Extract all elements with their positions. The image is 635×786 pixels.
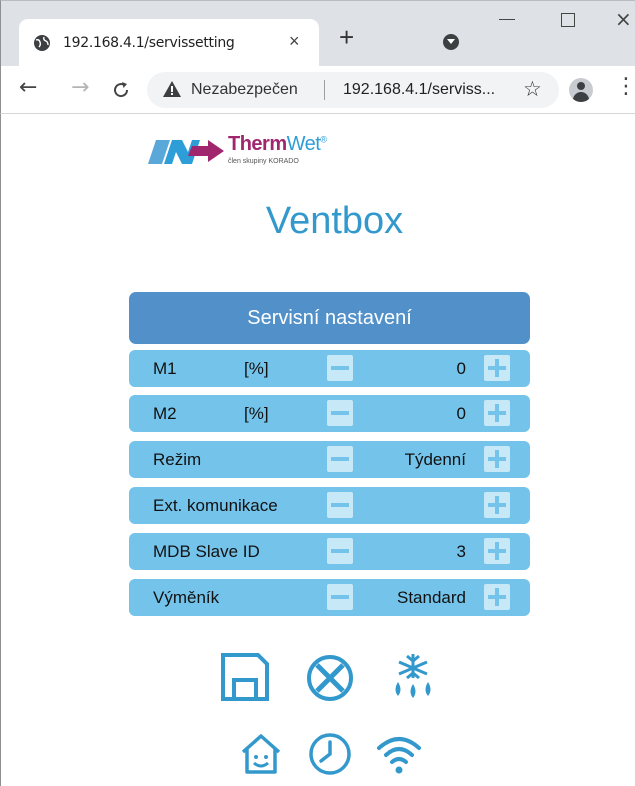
- globe-icon: [34, 35, 50, 51]
- page-content: ThermWet® člen skupiny KORADO Ventbox Se…: [0, 114, 635, 786]
- decrease-button[interactable]: [327, 492, 353, 518]
- tab-close-icon[interactable]: ×: [289, 31, 300, 52]
- setting-label: MDB Slave ID: [153, 542, 260, 561]
- profile-avatar-icon[interactable]: [569, 78, 593, 102]
- increase-button[interactable]: [484, 400, 510, 426]
- window-close-icon[interactable]: ×: [615, 7, 632, 31]
- defrost-icon[interactable]: [387, 652, 439, 702]
- increase-button[interactable]: [484, 538, 510, 564]
- address-bar[interactable]: Nezabezpečen 192.168.4.1/serviss... ☆: [147, 72, 559, 108]
- browser-menu-icon[interactable]: ⋮: [615, 76, 635, 98]
- tab-title: 192.168.4.1/servissetting: [63, 35, 235, 51]
- maximize-icon[interactable]: [561, 13, 575, 27]
- home-icon[interactable]: [239, 732, 283, 776]
- setting-label: Režim: [153, 450, 202, 469]
- setting-row-m1: M1 [%] 0: [129, 350, 530, 387]
- browser-titlebar: 192.168.4.1/servissetting × + ×: [0, 0, 635, 67]
- address-separator: [324, 80, 325, 100]
- increase-button[interactable]: [484, 584, 510, 610]
- logo-tagline: člen skupiny KORADO: [228, 158, 299, 165]
- browser-toolbar: ← → Nezabezpečen 192.168.4.1/serviss... …: [0, 66, 635, 114]
- decrease-button[interactable]: [327, 538, 353, 564]
- browser-tab[interactable]: 192.168.4.1/servissetting ×: [19, 19, 319, 67]
- bookmark-star-icon[interactable]: ☆: [523, 77, 542, 102]
- minimize-icon[interactable]: [499, 19, 515, 20]
- setting-label: M1: [153, 359, 177, 378]
- cancel-icon[interactable]: [306, 654, 354, 702]
- decrease-button[interactable]: [327, 446, 353, 472]
- logo-brand: ThermWet®: [228, 133, 327, 155]
- setting-label: Ext. komunikace: [153, 496, 278, 515]
- new-tab-button[interactable]: +: [339, 24, 354, 50]
- forward-icon[interactable]: →: [71, 77, 89, 99]
- decrease-button[interactable]: [327, 355, 353, 381]
- setting-value: Standard: [397, 588, 466, 607]
- setting-row-ext-communication: Ext. komunikace: [129, 487, 530, 524]
- page-title: Ventbox: [265, 200, 404, 242]
- setting-value: Týdenní: [404, 450, 466, 469]
- setting-row-mode: Režim Týdenní: [129, 441, 530, 478]
- back-icon[interactable]: ←: [19, 77, 37, 99]
- setting-label: Výměník: [153, 588, 220, 607]
- setting-value: 0: [456, 359, 466, 378]
- security-status[interactable]: Nezabezpečen: [191, 81, 298, 99]
- save-icon[interactable]: [220, 652, 270, 702]
- increase-button[interactable]: [484, 355, 510, 381]
- increase-button[interactable]: [484, 446, 510, 472]
- reload-icon[interactable]: [111, 80, 131, 100]
- increase-button[interactable]: [484, 492, 510, 518]
- setting-unit: [%]: [244, 359, 269, 378]
- tab-search-icon[interactable]: [443, 34, 459, 50]
- thermwet-logo: ThermWet® člen skupiny KORADO: [146, 133, 346, 169]
- setting-unit: [%]: [244, 404, 269, 423]
- decrease-button[interactable]: [327, 584, 353, 610]
- panel-header: Servisní nastavení: [129, 292, 530, 344]
- setting-value: 0: [456, 404, 466, 423]
- setting-row-mdb-slave-id: MDB Slave ID 3: [129, 533, 530, 570]
- setting-row-exchanger: Výměník Standard: [129, 579, 530, 616]
- setting-label: M2: [153, 404, 177, 423]
- setting-value: 3: [456, 542, 466, 561]
- warning-icon[interactable]: [163, 81, 181, 97]
- wifi-icon[interactable]: [376, 734, 422, 776]
- url-text[interactable]: 192.168.4.1/serviss...: [343, 81, 495, 99]
- logo-mark-icon: [148, 140, 224, 164]
- setting-row-m2: M2 [%] 0: [129, 395, 530, 432]
- decrease-button[interactable]: [327, 400, 353, 426]
- clock-icon[interactable]: [308, 732, 352, 776]
